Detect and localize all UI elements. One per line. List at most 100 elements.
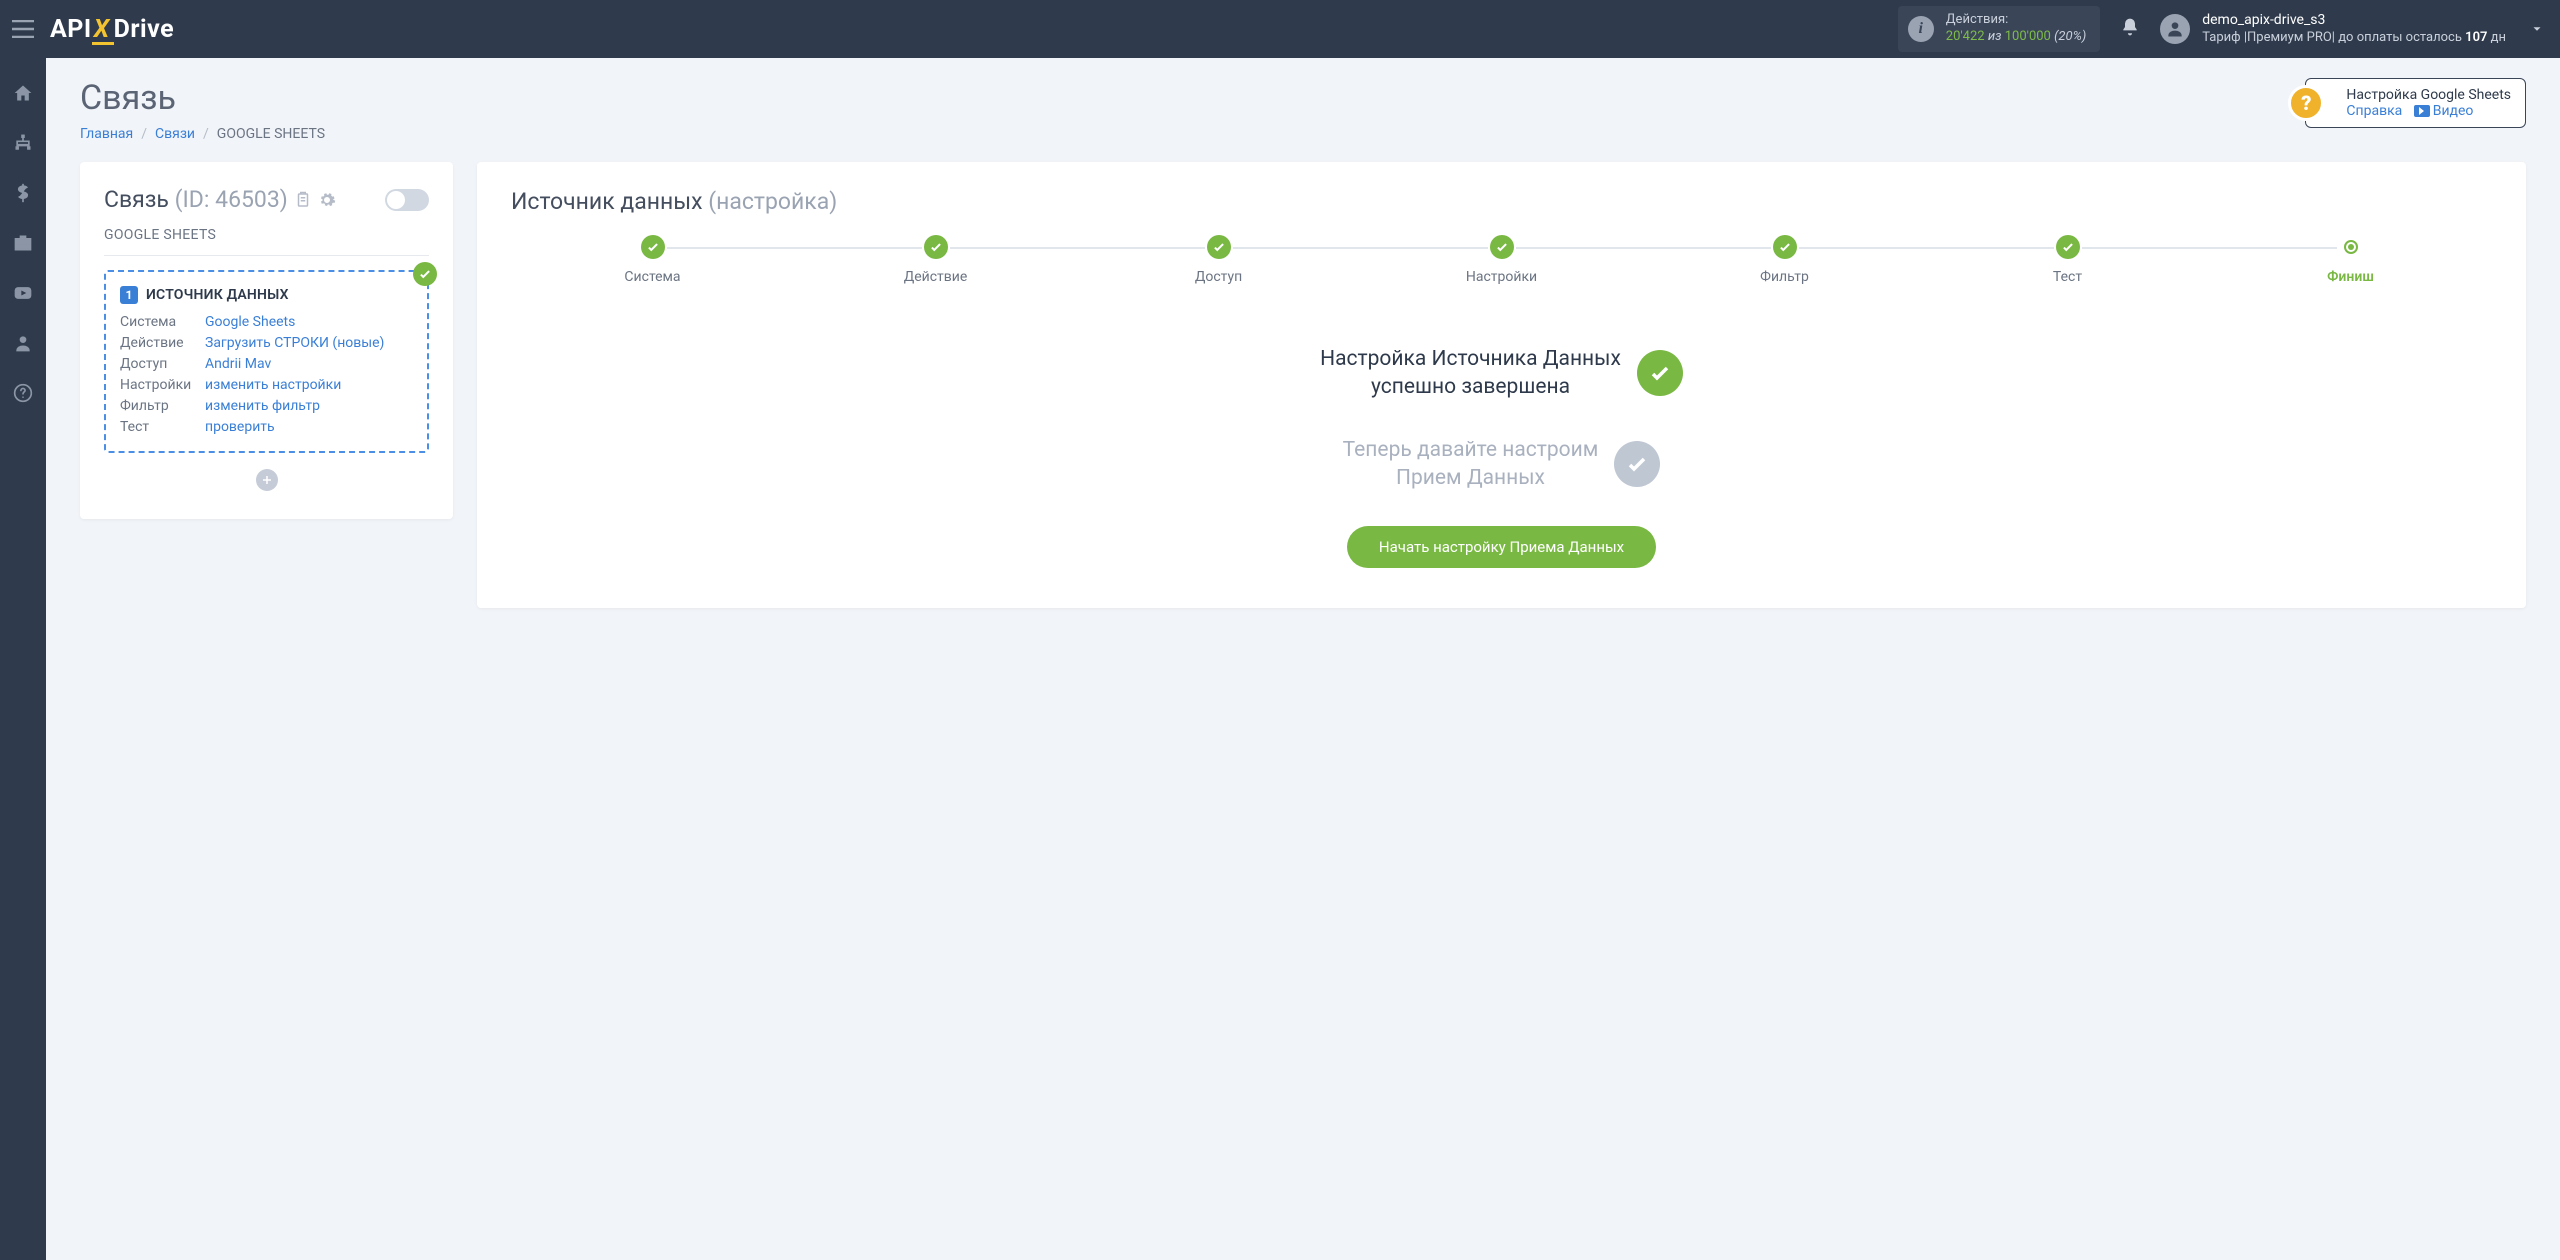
breadcrumb-current: GOOGLE SHEETS bbox=[217, 126, 325, 142]
help-video-label: Видео bbox=[2433, 103, 2474, 119]
status-pending-text: Теперь давайте настроим Прием Данных bbox=[1343, 436, 1599, 493]
step-system[interactable]: Система bbox=[511, 235, 794, 285]
source-number-badge: 1 bbox=[120, 286, 138, 304]
sidebar-item-video[interactable] bbox=[0, 278, 46, 308]
step-test[interactable]: Тест bbox=[1926, 235, 2209, 285]
user-menu[interactable]: demo_apix-drive_s3 Тариф |Премиум PRO| д… bbox=[2160, 11, 2544, 46]
content-columns: Связь (ID: 46503) GOOGLE SHEETS 1 ИСТОЧН… bbox=[80, 162, 2526, 608]
user-plan: Тариф |Премиум PRO| до оплаты осталось 1… bbox=[2202, 30, 2506, 47]
row-test-value[interactable]: проверить bbox=[205, 419, 413, 435]
sidebar-item-toolbox[interactable] bbox=[0, 228, 46, 258]
connection-icons bbox=[294, 191, 336, 209]
app-logo[interactable]: API X Drive bbox=[50, 15, 174, 44]
notifications-button[interactable] bbox=[2120, 17, 2140, 41]
breadcrumb-home[interactable]: Главная bbox=[80, 126, 133, 142]
home-icon bbox=[13, 83, 33, 103]
actions-badge[interactable]: i Действия: 20'422 из 100'000 (20%) bbox=[1898, 6, 2100, 52]
breadcrumb-links[interactable]: Связи bbox=[155, 126, 195, 142]
plan-mid: до оплаты осталось bbox=[2338, 30, 2462, 45]
row-access-label: Доступ bbox=[120, 356, 205, 372]
actions-label: Действия: bbox=[1946, 12, 2086, 29]
info-icon: i bbox=[1908, 16, 1934, 42]
step-filter[interactable]: Фильтр bbox=[1643, 235, 1926, 285]
row-action-value[interactable]: Загрузить СТРОКИ (новые) bbox=[205, 335, 413, 351]
plan-prefix: Тариф bbox=[2202, 30, 2240, 45]
step-label: Действие bbox=[904, 269, 968, 285]
help-reference-link[interactable]: Справка bbox=[2346, 103, 2402, 119]
wizard-title-main: Источник данных bbox=[511, 188, 703, 215]
dollar-icon bbox=[13, 183, 33, 203]
start-destination-button[interactable]: Начать настройку Приема Данных bbox=[1347, 526, 1656, 568]
plan-days: 107 bbox=[2465, 30, 2487, 45]
user-avatar bbox=[2160, 14, 2190, 44]
status-done-text: Настройка Источника Данных успешно завер… bbox=[1320, 345, 1621, 402]
help-title: Настройка Google Sheets bbox=[2346, 87, 2511, 103]
add-destination-button[interactable] bbox=[256, 469, 278, 491]
row-access-value[interactable]: Andrii Mav bbox=[205, 356, 413, 372]
connection-card: Связь (ID: 46503) GOOGLE SHEETS 1 ИСТОЧН… bbox=[80, 162, 453, 519]
avatar-icon bbox=[2165, 19, 2185, 39]
check-icon bbox=[2061, 240, 2075, 254]
help-video-link[interactable]: Видео bbox=[2414, 103, 2474, 119]
sidebar-item-account[interactable] bbox=[0, 328, 46, 358]
breadcrumb: Главная / Связи / GOOGLE SHEETS bbox=[80, 126, 2526, 142]
chevron-down-icon bbox=[2530, 22, 2544, 36]
actions-used: 20'422 bbox=[1946, 29, 1985, 44]
check-icon bbox=[1778, 240, 1792, 254]
step-finish[interactable]: Финиш bbox=[2209, 235, 2492, 285]
sidebar-item-home[interactable] bbox=[0, 78, 46, 108]
main-content: ? Настройка Google Sheets Справка Видео … bbox=[46, 58, 2560, 628]
connection-id: (ID: 46503) bbox=[175, 186, 288, 213]
step-access[interactable]: Доступ bbox=[1077, 235, 1360, 285]
connection-title-text: Связь bbox=[104, 186, 169, 213]
sidebar-item-billing[interactable] bbox=[0, 178, 46, 208]
breadcrumb-sep: / bbox=[203, 126, 209, 142]
actions-text: Действия: 20'422 из 100'000 (20%) bbox=[1946, 12, 2086, 46]
plan-days-suffix: дн bbox=[2491, 30, 2506, 45]
connection-header: Связь (ID: 46503) bbox=[104, 186, 429, 213]
check-icon bbox=[929, 240, 943, 254]
copy-icon[interactable] bbox=[294, 191, 312, 209]
gear-icon[interactable] bbox=[318, 191, 336, 209]
step-settings[interactable]: Настройки bbox=[1360, 235, 1643, 285]
connection-subtitle: GOOGLE SHEETS bbox=[104, 227, 429, 256]
row-settings-value[interactable]: изменить настройки bbox=[205, 377, 413, 393]
user-icon bbox=[13, 333, 33, 353]
check-icon bbox=[1648, 361, 1672, 385]
plan-name: Премиум PRO bbox=[2247, 30, 2332, 45]
step-label: Фильтр bbox=[1760, 269, 1809, 285]
check-icon bbox=[1212, 240, 1226, 254]
stepper: Система Действие Доступ Настройки Фильтр… bbox=[511, 235, 2492, 285]
status-pending-line2: Прием Данных bbox=[1343, 464, 1599, 492]
status-pending-row: Теперь давайте настроим Прием Данных bbox=[511, 436, 2492, 493]
step-label: Система bbox=[624, 269, 680, 285]
sidebar-item-help[interactable] bbox=[0, 378, 46, 408]
step-label: Тест bbox=[2053, 269, 2082, 285]
status-pending-icon bbox=[1614, 441, 1660, 487]
page-title: Связь bbox=[80, 78, 2526, 118]
row-filter-value[interactable]: изменить фильтр bbox=[205, 398, 413, 414]
status-done-line1: Настройка Источника Данных bbox=[1320, 345, 1621, 373]
briefcase-icon bbox=[13, 233, 33, 253]
step-label: Финиш bbox=[2327, 269, 2374, 285]
menu-toggle[interactable] bbox=[0, 0, 46, 58]
sidebar-item-connections[interactable] bbox=[0, 128, 46, 158]
check-icon bbox=[646, 240, 660, 254]
question-icon[interactable]: ? bbox=[2288, 85, 2324, 121]
row-system-value[interactable]: Google Sheets bbox=[205, 314, 413, 330]
connection-toggle[interactable] bbox=[385, 189, 429, 211]
logo-part1: API bbox=[50, 15, 92, 44]
user-name: demo_apix-drive_s3 bbox=[2202, 11, 2506, 29]
connection-title: Связь (ID: 46503) bbox=[104, 186, 288, 213]
step-label: Доступ bbox=[1195, 269, 1242, 285]
step-label: Настройки bbox=[1466, 269, 1537, 285]
youtube-icon bbox=[13, 283, 33, 303]
header-right: i Действия: 20'422 из 100'000 (20%) demo… bbox=[1898, 6, 2544, 52]
source-head: 1 ИСТОЧНИК ДАННЫХ bbox=[120, 286, 413, 304]
plus-icon bbox=[261, 474, 273, 486]
wizard-card: Источник данных (настройка) Система Дейс… bbox=[477, 162, 2526, 608]
actions-numbers: 20'422 из 100'000 (20%) bbox=[1946, 29, 2086, 46]
status-pending-line1: Теперь давайте настроим bbox=[1343, 436, 1599, 464]
check-icon bbox=[418, 267, 432, 281]
step-action[interactable]: Действие bbox=[794, 235, 1077, 285]
